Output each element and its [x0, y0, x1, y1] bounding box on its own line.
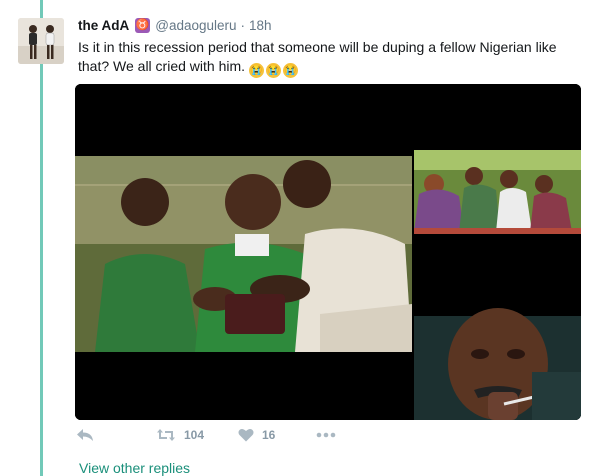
like-button[interactable]: 16	[238, 428, 275, 442]
tweet-header: the AdA ♉ @adaoguleru · 18h	[78, 16, 272, 34]
tweet-text: Is it in this recession period that some…	[78, 38, 583, 78]
heart-icon	[238, 428, 254, 442]
avatar[interactable]	[18, 18, 64, 64]
media-photo-main[interactable]	[75, 84, 412, 420]
reply-button[interactable]	[76, 428, 94, 442]
user-handle[interactable]: @adaoguleru	[155, 18, 236, 33]
tweet-text-body: Is it in this recession period that some…	[78, 39, 557, 74]
media-photo-top-right[interactable]	[414, 84, 581, 250]
thread-connector-line	[40, 0, 43, 476]
display-name[interactable]: the AdA	[78, 18, 129, 33]
tweet-actions: 104 16	[76, 428, 396, 450]
reply-icon	[76, 428, 94, 442]
crying-face-icon: 😭	[283, 63, 299, 78]
timestamp[interactable]: 18h	[249, 18, 272, 33]
separator-dot: ·	[240, 17, 246, 33]
like-count: 16	[262, 428, 276, 442]
view-other-replies-link[interactable]: View other replies	[79, 460, 190, 476]
more-button[interactable]	[316, 432, 336, 438]
media-photo-bottom-right[interactable]	[414, 252, 581, 420]
crying-face-icon: 😭	[266, 63, 282, 78]
emoji-group: 😭 😭 😭	[249, 60, 300, 78]
retweet-icon	[156, 428, 176, 442]
taurus-emoji-icon: ♉	[135, 17, 151, 33]
crying-face-icon: 😭	[249, 63, 265, 78]
media-grid	[75, 84, 581, 420]
retweet-count: 104	[184, 428, 205, 442]
more-icon	[316, 432, 336, 438]
retweet-button[interactable]: 104	[156, 428, 204, 442]
